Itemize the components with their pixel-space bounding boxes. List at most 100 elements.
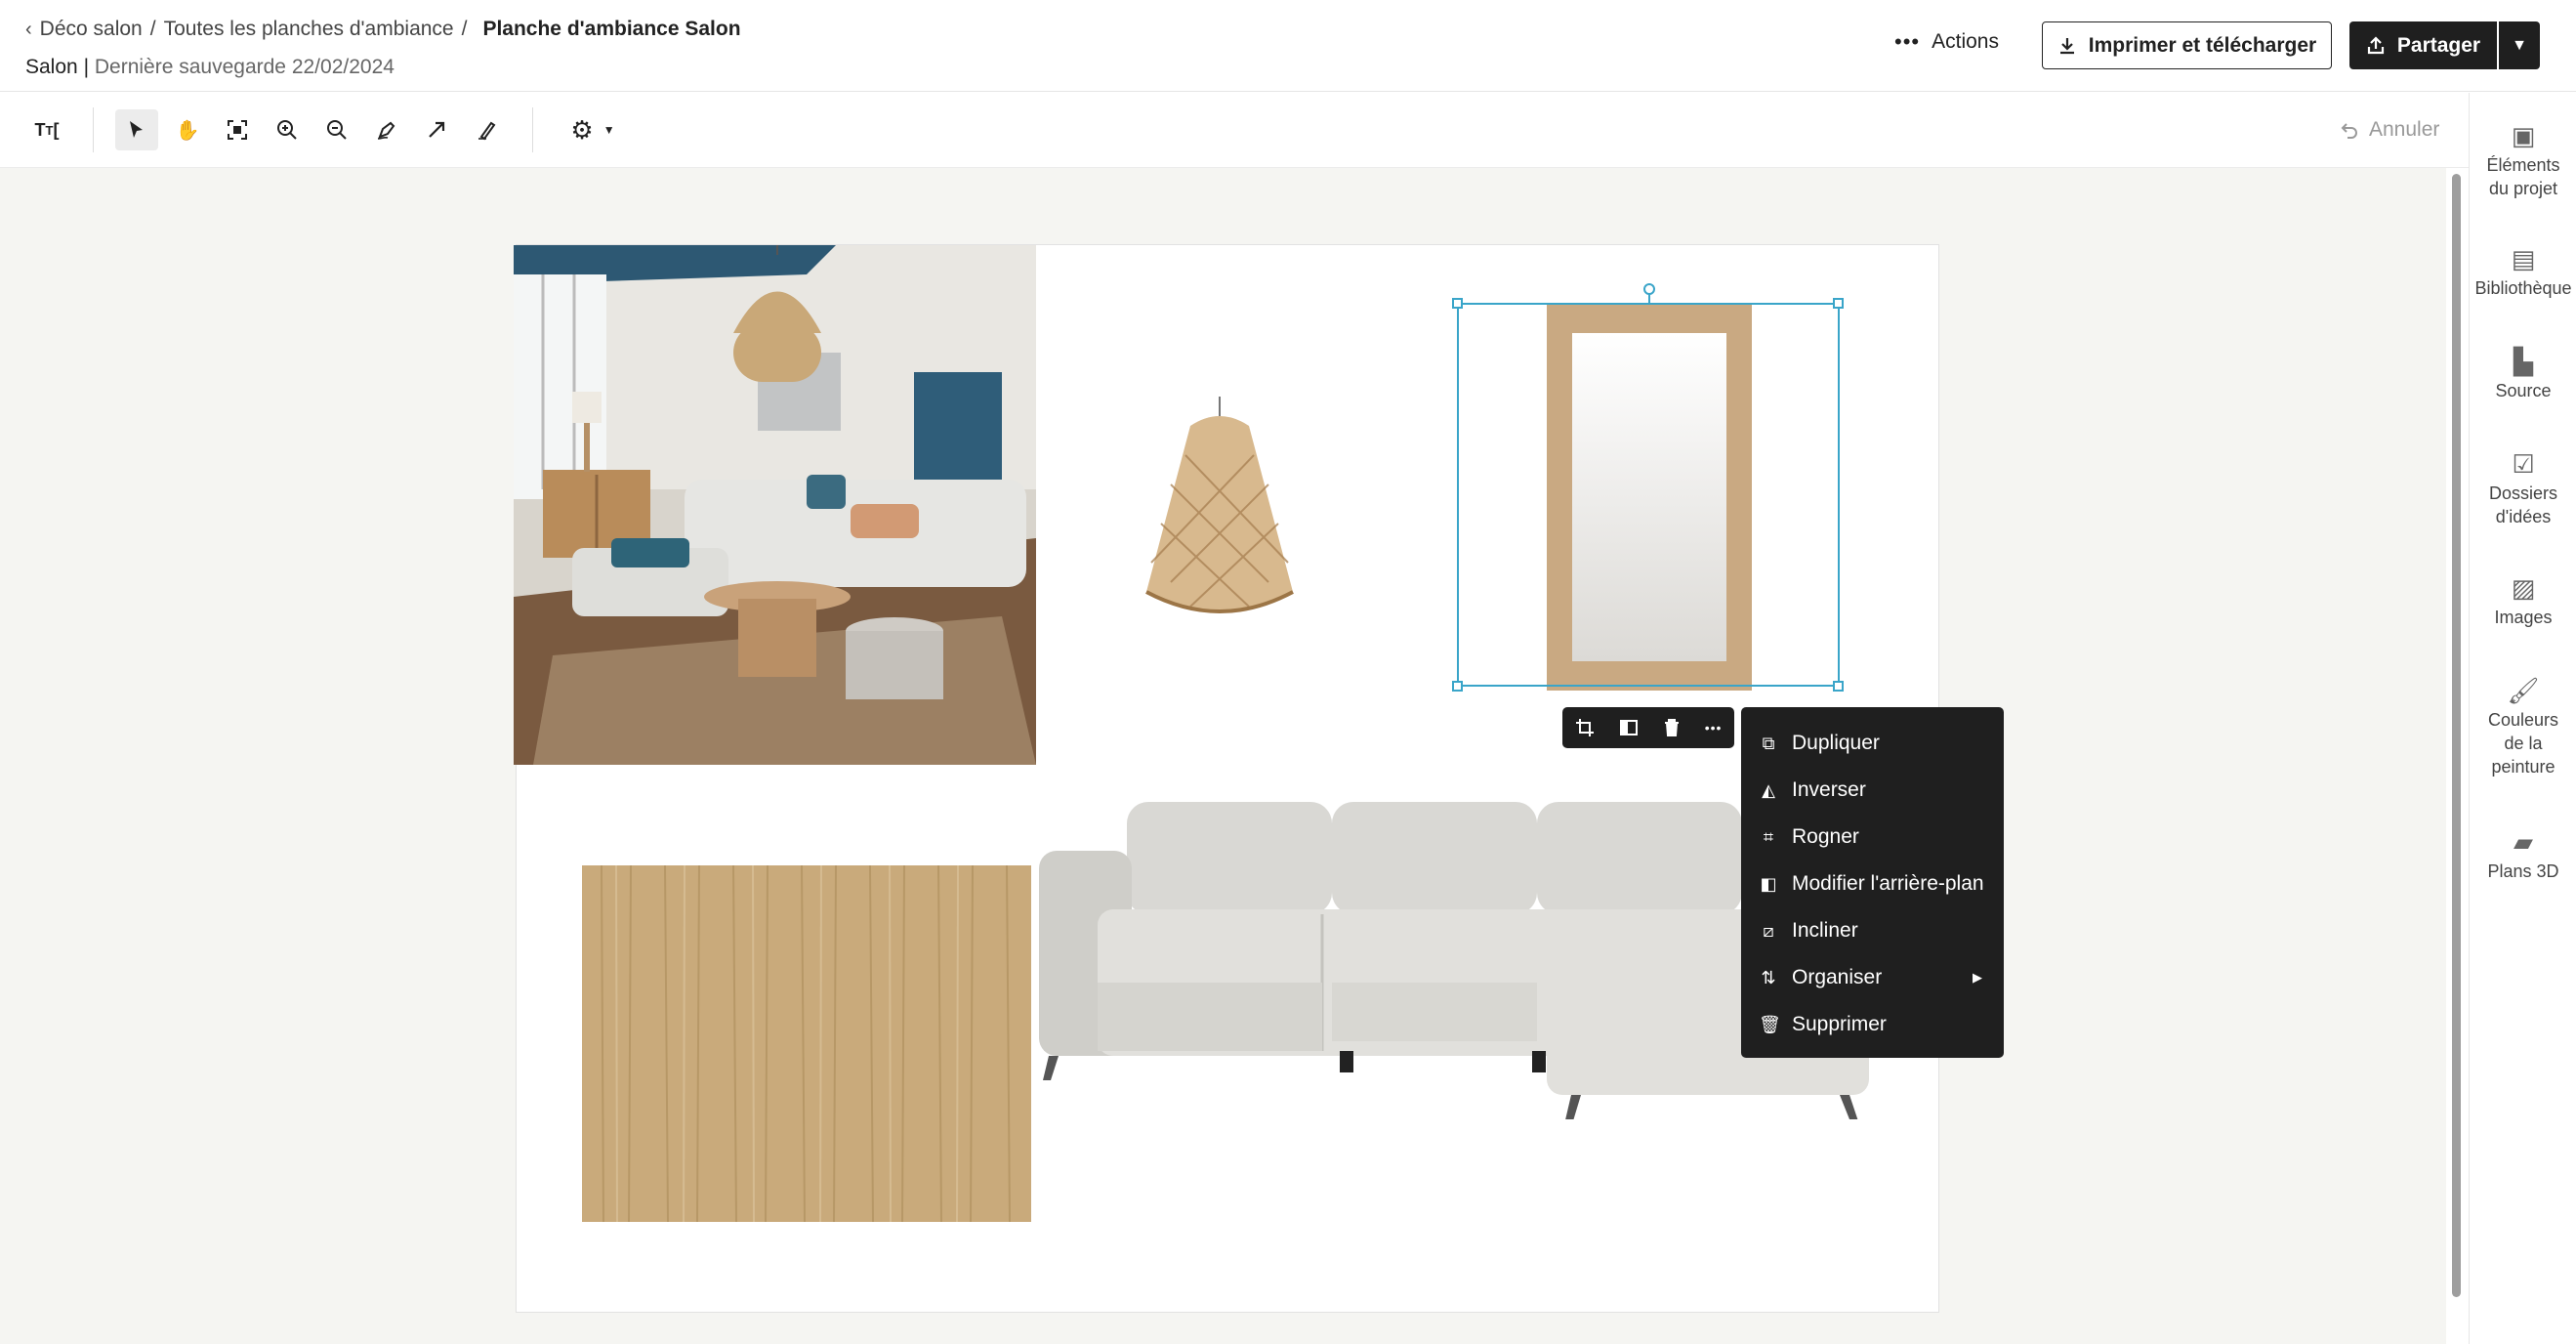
sidebar-item-library[interactable]: ▤ Bibliothèque	[2470, 244, 2576, 300]
menu-item-flip[interactable]: ◭ Inverser	[1741, 767, 2004, 814]
element-mini-toolbar: •••	[1562, 707, 1734, 748]
sidebar-label: Bibliothèque	[2474, 278, 2572, 298]
arrange-icon: ⇅	[1761, 967, 1776, 987]
share-dropdown-button[interactable]: ▼	[2499, 21, 2540, 69]
pen-tool-icon[interactable]	[365, 109, 408, 150]
images-icon: ▨	[2511, 573, 2536, 603]
meta-divider: |	[83, 56, 90, 78]
resize-handle-bottom-left[interactable]	[1452, 681, 1463, 692]
pan-hand-icon[interactable]: ✋	[166, 109, 209, 150]
breadcrumb-parent[interactable]: Déco salon	[40, 18, 143, 41]
text-tool-icon[interactable]: T T[	[25, 109, 68, 150]
arrow-tool-icon[interactable]	[415, 109, 458, 150]
zoom-out-icon[interactable]	[315, 109, 358, 150]
undo-label: Annuler	[2369, 118, 2440, 141]
back-chevron-icon[interactable]: ‹	[25, 19, 32, 41]
sidebar-label: de la	[2504, 734, 2543, 753]
living-room-photo[interactable]	[514, 245, 1036, 765]
menu-item-label: Rogner	[1792, 825, 1859, 848]
menu-item-background[interactable]: ◧ Modifier l'arrière-plan	[1741, 861, 2004, 907]
rattan-pendant-lamp-image[interactable]	[1132, 397, 1308, 651]
sidebar-label: Dossiers	[2488, 483, 2557, 503]
actions-label: Actions	[1932, 30, 1999, 53]
sidebar-item-images[interactable]: ▨ Images	[2470, 573, 2576, 629]
menu-item-label: Inverser	[1792, 778, 1866, 801]
menu-item-label: Modifier l'arrière-plan	[1792, 872, 1984, 895]
sidebar-item-source[interactable]: ▙ Source	[2470, 347, 2576, 402]
background-edit-icon: ◧	[1760, 873, 1777, 894]
sidebar-label: Éléments	[2486, 155, 2560, 175]
sidebar-label: Source	[2495, 381, 2552, 400]
flip-icon: ◭	[1762, 779, 1775, 800]
share-button[interactable]: Partager	[2349, 21, 2497, 69]
sidebar-label: peinture	[2491, 757, 2555, 777]
jute-rug-image[interactable]	[582, 864, 1031, 1223]
menu-item-duplicate[interactable]: ⧉ Dupliquer	[1741, 720, 2004, 767]
sidebar-label: Couleurs	[2487, 710, 2559, 730]
caret-right-icon: ▶	[1973, 970, 1982, 985]
undo-icon	[2341, 123, 2357, 139]
menu-item-label: Incliner	[1792, 919, 1858, 942]
background-edit-icon[interactable]	[1619, 718, 1639, 737]
share-label: Partager	[2396, 33, 2481, 57]
undo-button[interactable]: Annuler	[2340, 118, 2439, 142]
menu-item-arrange[interactable]: ⇅ Organiser ▶	[1741, 954, 2004, 1001]
menu-item-label: Organiser	[1792, 966, 1883, 988]
sidebar-label: du projet	[2488, 179, 2558, 198]
board-meta: Salon | Dernière sauvegarde 22/02/2024	[25, 56, 395, 79]
menu-item-crop[interactable]: ⌗ Rogner	[1741, 814, 2004, 861]
source-icon: ▙	[2514, 347, 2533, 376]
more-dots-icon[interactable]: •••	[1705, 720, 1723, 735]
more-dots-icon: •••	[1894, 29, 1921, 54]
resize-handle-bottom-right[interactable]	[1833, 681, 1844, 692]
rotate-handle[interactable]	[1643, 283, 1655, 295]
canvas-area[interactable]	[0, 168, 2446, 1344]
trash-icon[interactable]	[1663, 718, 1681, 737]
resize-handle-top-left[interactable]	[1452, 298, 1463, 309]
canvas-toolbar: T T[ ✋ ⚙ ▼ Annuler	[0, 93, 2469, 168]
menu-item-delete[interactable]: 🗑 Supprimer	[1741, 1001, 2004, 1048]
toolbar-divider	[93, 107, 94, 152]
plans-3d-icon: ▰	[2514, 827, 2533, 857]
select-pointer-icon[interactable]	[115, 109, 158, 150]
breadcrumb: ‹ Déco salon / Toutes les planches d'amb…	[25, 18, 741, 41]
settings-gear-icon: ⚙	[570, 114, 594, 145]
library-icon: ▤	[2511, 244, 2536, 273]
caret-down-icon: ▼	[2512, 36, 2527, 54]
share-upload-icon	[2367, 35, 2384, 54]
settings-dropdown[interactable]: ⚙ ▼	[561, 109, 625, 150]
paint-brush-icon: 🖌	[2507, 676, 2540, 705]
fit-screen-icon[interactable]	[216, 109, 259, 150]
resize-handle-top-right[interactable]	[1833, 298, 1844, 309]
trash-icon: 🗑	[1759, 1014, 1781, 1034]
breadcrumb-section[interactable]: Toutes les planches d'ambiance	[164, 18, 454, 41]
menu-item-skew[interactable]: ⧄ Incliner	[1741, 907, 2004, 954]
menu-item-label: Dupliquer	[1792, 732, 1880, 754]
actions-button[interactable]: ••• Actions	[1894, 29, 1999, 55]
crop-icon[interactable]	[1575, 718, 1595, 737]
app-header: ‹ Déco salon / Toutes les planches d'amb…	[0, 0, 2576, 92]
breadcrumb-current: Planche d'ambiance Salon	[482, 18, 741, 40]
sidebar-label: d'idées	[2495, 507, 2552, 526]
breadcrumb-separator: /	[149, 18, 156, 40]
right-sidebar: ▣ Éléments du projet ▤ Bibliothèque ▙ So…	[2469, 93, 2576, 1344]
sidebar-label: Images	[2494, 608, 2553, 627]
scrollbar-thumb[interactable]	[2452, 174, 2461, 1297]
selection-box[interactable]	[1457, 303, 1840, 687]
sidebar-item-3d-plans[interactable]: ▰ Plans 3D	[2470, 827, 2576, 883]
duplicate-icon: ⧉	[1762, 733, 1775, 753]
eraser-tool-icon[interactable]	[465, 109, 508, 150]
print-download-button[interactable]: Imprimer et télécharger	[2042, 21, 2332, 69]
room-name: Salon	[25, 56, 78, 78]
menu-item-label: Supprimer	[1792, 1013, 1887, 1035]
zoom-in-icon[interactable]	[266, 109, 309, 150]
idea-folders-icon: ☑	[2512, 449, 2535, 479]
sidebar-item-project-elements[interactable]: ▣ Éléments du projet	[2470, 123, 2576, 200]
sidebar-item-idea-folders[interactable]: ☑ Dossiers d'idées	[2470, 449, 2576, 528]
breadcrumb-separator: /	[461, 18, 468, 40]
context-menu: ⧉ Dupliquer ◭ Inverser ⌗ Rogner ◧ Modifi…	[1741, 707, 2004, 1058]
sidebar-item-paint-colors[interactable]: 🖌 Couleurs de la peinture	[2470, 676, 2576, 778]
crop-icon: ⌗	[1763, 826, 1774, 847]
skew-icon: ⧄	[1763, 920, 1774, 941]
toolbar-divider	[532, 107, 533, 152]
